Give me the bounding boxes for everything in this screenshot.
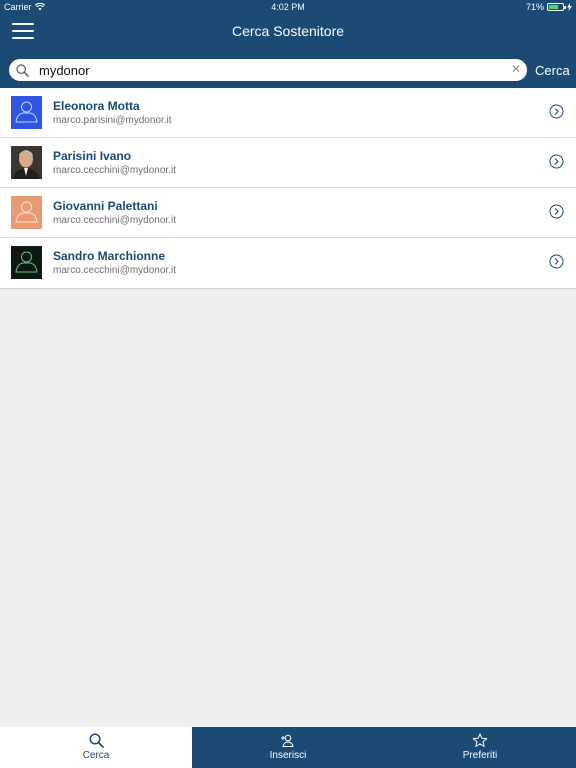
battery-group: 71% [526,2,572,12]
tab-inserisci[interactable]: Inserisci [192,727,384,768]
donor-name: Giovanni Palettani [53,199,158,213]
battery-percent: 71% [525,2,544,12]
search-icon [88,733,104,748]
search-field[interactable]: ✕ [9,59,527,81]
list-item[interactable]: Sandro Marchionne marco.cecchini@mydonor… [0,238,576,288]
tab-preferiti[interactable]: Preferiti [384,727,576,768]
charging-icon [567,3,572,11]
search-input[interactable] [39,61,509,79]
star-icon [472,733,488,747]
search-submit-button[interactable]: Cerca [535,63,570,78]
add-person-icon [280,734,294,747]
avatar [11,196,42,229]
tab-bar: Cerca Inserisci Preferiti [0,727,576,768]
clear-icon[interactable]: ✕ [511,62,521,76]
list-item[interactable]: Parisini Ivano marco.cecchini@mydonor.it [0,138,576,188]
avatar [11,246,42,279]
donor-name: Parisini Ivano [53,149,132,163]
tab-cerca[interactable]: Cerca [0,727,192,768]
donor-email: marco.cecchini@mydonor.it [53,265,176,276]
tab-label: Cerca [82,750,110,761]
search-bar: ✕ Cerca [0,54,576,88]
chevron-right-icon[interactable] [549,254,564,269]
status-bar: Carrier 4:02 PM 71% [0,0,576,14]
navigation-bar: Cerca Sostenitore [0,14,576,54]
avatar [11,146,42,179]
tab-label: Preferiti [462,750,498,761]
donor-email: marco.parisini@mydonor.it [53,115,172,126]
chevron-right-icon[interactable] [549,104,564,119]
search-icon [16,64,29,77]
list-item[interactable]: Eleonora Motta marco.parisini@mydonor.it [0,88,576,138]
donor-email: marco.cecchini@mydonor.it [53,165,176,176]
list-item[interactable]: Giovanni Palettani marco.cecchini@mydono… [0,188,576,238]
status-time: 4:02 PM [271,2,305,12]
tab-label: Inserisci [269,750,307,761]
donor-email: marco.cecchini@mydonor.it [53,215,176,226]
donor-name: Eleonora Motta [53,99,140,113]
battery-icon [547,3,566,11]
results-list: Eleonora Motta marco.parisini@mydonor.it… [0,88,576,289]
chevron-right-icon[interactable] [549,204,564,219]
chevron-right-icon[interactable] [549,154,564,169]
page-title: Cerca Sostenitore [231,23,345,39]
avatar [11,96,42,129]
donor-name: Sandro Marchionne [53,249,166,263]
